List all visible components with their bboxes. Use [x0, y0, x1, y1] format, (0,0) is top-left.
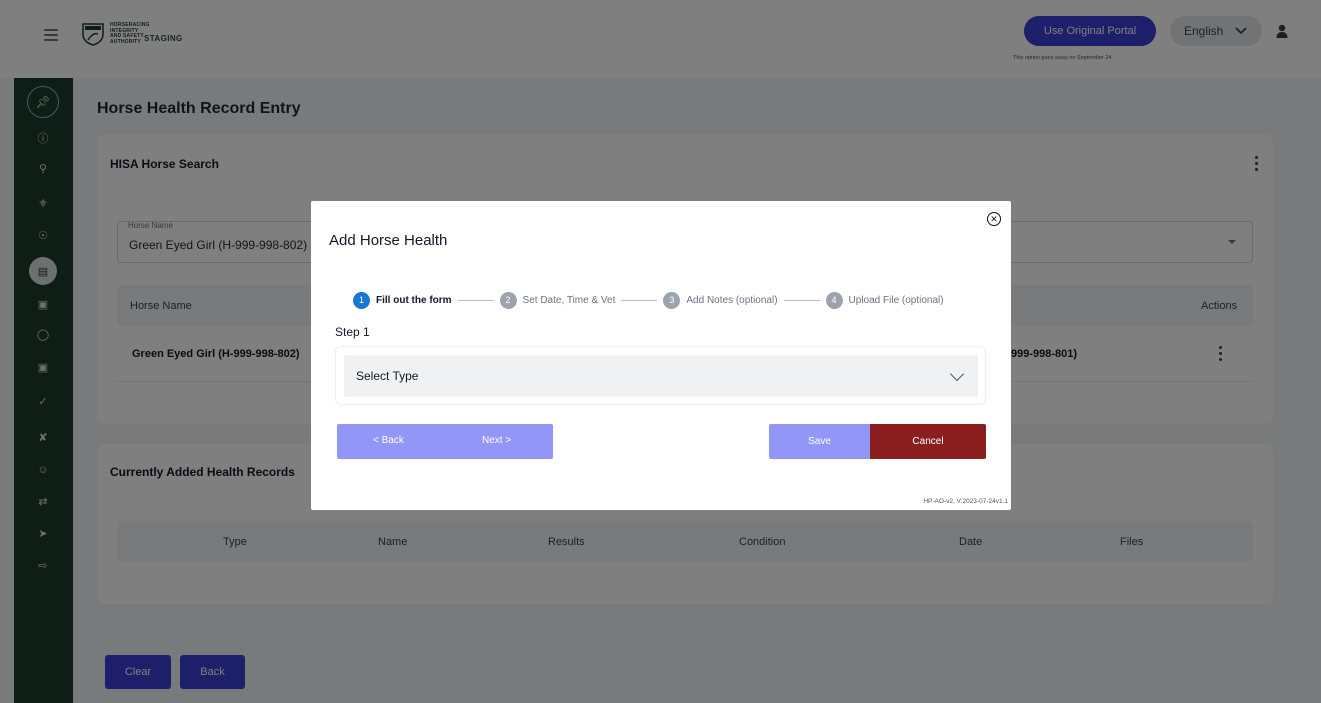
version-label: HP-AO-v2, V:2023-07-24v1.1 — [923, 498, 1008, 505]
save-button[interactable]: Save — [769, 424, 870, 459]
step-1: 1 Fill out the form — [353, 291, 452, 309]
step-next-button[interactable]: Next > — [482, 435, 511, 446]
step-connector — [457, 299, 494, 301]
close-icon[interactable]: ✕ — [987, 212, 1001, 226]
step-3: 3 Add Notes (optional) — [663, 291, 778, 309]
cancel-button[interactable]: Cancel — [870, 424, 986, 459]
step-connector — [783, 299, 820, 301]
select-type-dropdown[interactable]: Select Type — [344, 355, 978, 397]
step-2-number: 2 — [499, 291, 517, 309]
step-caption: Step 1 — [335, 325, 370, 339]
step-2: 2 Set Date, Time & Vet — [499, 291, 616, 309]
step-2-label: Set Date, Time & Vet — [522, 294, 616, 306]
type-field-container: Select Type — [335, 346, 986, 405]
step-4-label: Upload File (optional) — [848, 294, 944, 306]
step-connector — [621, 299, 658, 301]
dialog-title: Add Horse Health — [329, 232, 448, 249]
chevron-down-icon — [949, 366, 965, 382]
add-horse-health-dialog: ✕ Add Horse Health 1 Fill out the form 2… — [311, 201, 1011, 510]
step-nav-button-group: < Back Next > — [337, 424, 553, 459]
stepper: 1 Fill out the form 2 Set Date, Time & V… — [353, 291, 944, 309]
step-1-label: Fill out the form — [376, 294, 452, 306]
select-type-value: Select Type — [356, 369, 419, 383]
step-4-number: 4 — [825, 291, 843, 309]
step-3-label: Add Notes (optional) — [686, 294, 778, 306]
step-3-number: 3 — [663, 291, 681, 309]
step-1-number: 1 — [353, 291, 370, 309]
step-back-button[interactable]: < Back — [373, 435, 404, 446]
step-4: 4 Upload File (optional) — [825, 291, 944, 309]
